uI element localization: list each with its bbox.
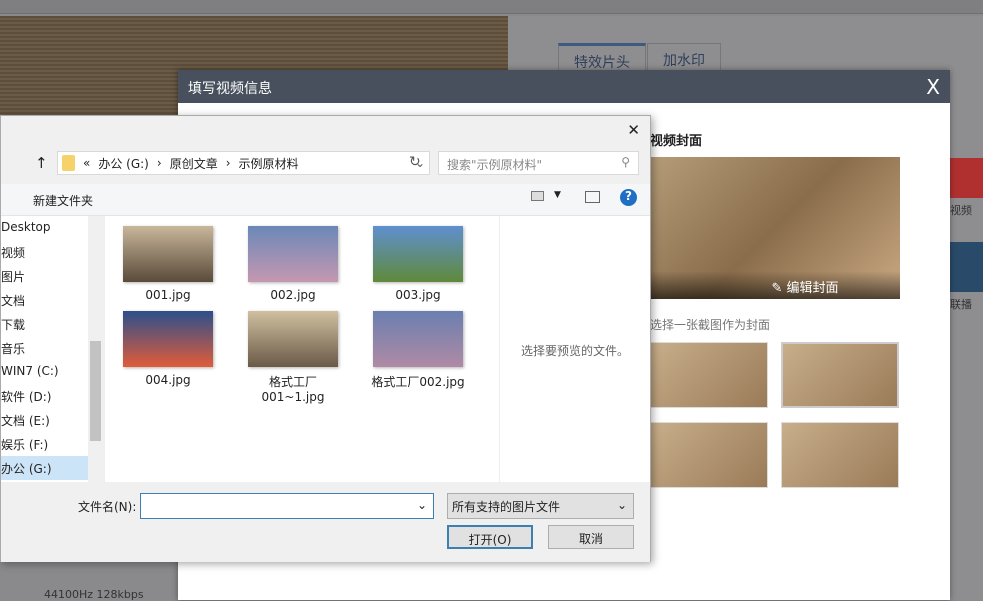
preview-pane: 选择要预览的文件。: [499, 216, 650, 482]
file-item[interactable]: 001.jpg: [113, 226, 223, 302]
preview-pane-icon[interactable]: [585, 191, 600, 203]
filename-label: 文件名(N):: [78, 498, 136, 515]
breadcrumb-item[interactable]: 原创文章: [170, 155, 218, 172]
chevron-down-icon[interactable]: ⌄: [417, 498, 427, 512]
search-input[interactable]: 搜索"示例原材料" ⚲: [438, 151, 639, 175]
side-label: 视频: [950, 198, 983, 222]
tab-watermark[interactable]: 加水印: [647, 43, 721, 73]
file-name: 格式工厂001~1.jpg: [238, 373, 348, 404]
close-icon[interactable]: ✕: [627, 121, 640, 139]
file-name: 001.jpg: [113, 288, 223, 302]
filetype-value: 所有支持的图片文件: [452, 500, 560, 514]
choose-screenshot-hint: 选择一张截图作为封面: [650, 316, 770, 333]
filetype-select[interactable]: 所有支持的图片文件 ⌄: [447, 493, 634, 519]
modal-title: 填写视频信息: [188, 81, 272, 97]
file-thumbnail: [123, 226, 213, 282]
side-label: 联播: [950, 292, 983, 316]
breadcrumb-item[interactable]: 办公 (G:): [98, 155, 149, 172]
new-folder-button[interactable]: 新建文件夹: [33, 192, 93, 209]
screenshot-option[interactable]: [650, 422, 768, 488]
edit-cover-label: 编辑封面: [787, 281, 839, 296]
toolbar: 新建文件夹 ▼ ?: [1, 184, 650, 216]
file-name: 002.jpg: [238, 288, 348, 302]
breadcrumb-separator: ›: [226, 156, 231, 170]
chevron-down-icon: ⌄: [617, 498, 627, 512]
cover-title: 视频封面: [650, 130, 702, 149]
audio-quality-value: 44100Hz 128kbps: [44, 588, 144, 601]
file-open-dialog: ✕ ↑ « 办公 (G:) › 原创文章 › 示例原材料 ⌄ ↻ 搜索"示例原材…: [0, 115, 651, 562]
pencil-icon: ✎: [771, 281, 786, 296]
breadcrumb-overflow[interactable]: «: [83, 156, 90, 170]
refresh-icon[interactable]: ↻: [409, 154, 421, 170]
close-icon[interactable]: X: [926, 75, 940, 99]
file-thumbnail: [373, 311, 463, 367]
file-thumbnail: [373, 226, 463, 282]
file-name: 格式工厂002.jpg: [363, 373, 473, 390]
breadcrumb-separator: ›: [157, 156, 162, 170]
file-item[interactable]: 格式工厂001~1.jpg: [238, 311, 348, 404]
open-button[interactable]: 打开(O): [447, 525, 533, 549]
file-name: 003.jpg: [363, 288, 473, 302]
file-thumbnail: [248, 226, 338, 282]
preview-hint: 选择要预览的文件。: [521, 344, 629, 358]
breadcrumb-item[interactable]: 示例原材料: [239, 155, 299, 172]
address-bar[interactable]: « 办公 (G:) › 原创文章 › 示例原材料 ⌄: [57, 151, 430, 175]
search-icon: ⚲: [621, 155, 630, 169]
file-thumbnail: [123, 311, 213, 367]
file-item[interactable]: 004.jpg: [113, 311, 223, 387]
file-item[interactable]: 格式工厂002.jpg: [363, 311, 473, 390]
screenshot-option[interactable]: [650, 342, 768, 408]
tab-effects-intro[interactable]: 特效片头: [558, 43, 646, 73]
filename-input[interactable]: ⌄: [140, 493, 434, 519]
file-item[interactable]: 003.jpg: [363, 226, 473, 302]
file-name: 004.jpg: [113, 373, 223, 387]
file-item[interactable]: 002.jpg: [238, 226, 348, 302]
edit-cover-button[interactable]: ✎ 编辑封面: [650, 271, 900, 299]
help-icon[interactable]: ?: [620, 189, 637, 206]
chevron-down-icon[interactable]: ▼: [554, 190, 561, 200]
background-toolbar: [0, 0, 983, 14]
search-placeholder: 搜索"示例原材料": [447, 158, 542, 172]
cancel-button[interactable]: 取消: [548, 525, 634, 549]
screenshot-option[interactable]: [781, 422, 899, 488]
nav-scrollbar[interactable]: [88, 216, 103, 482]
view-icon[interactable]: [531, 191, 544, 201]
up-arrow-icon[interactable]: ↑: [35, 154, 48, 172]
cover-image[interactable]: ✎ 编辑封面: [650, 157, 900, 299]
file-list: 001.jpg 002.jpg 003.jpg 004.jpg 格式工厂001~1.jp…: [105, 216, 499, 482]
folder-icon: [62, 155, 75, 171]
screenshot-option[interactable]: [781, 342, 899, 408]
background-side-list: 视频 联播: [950, 158, 983, 318]
file-thumbnail: [248, 311, 338, 367]
